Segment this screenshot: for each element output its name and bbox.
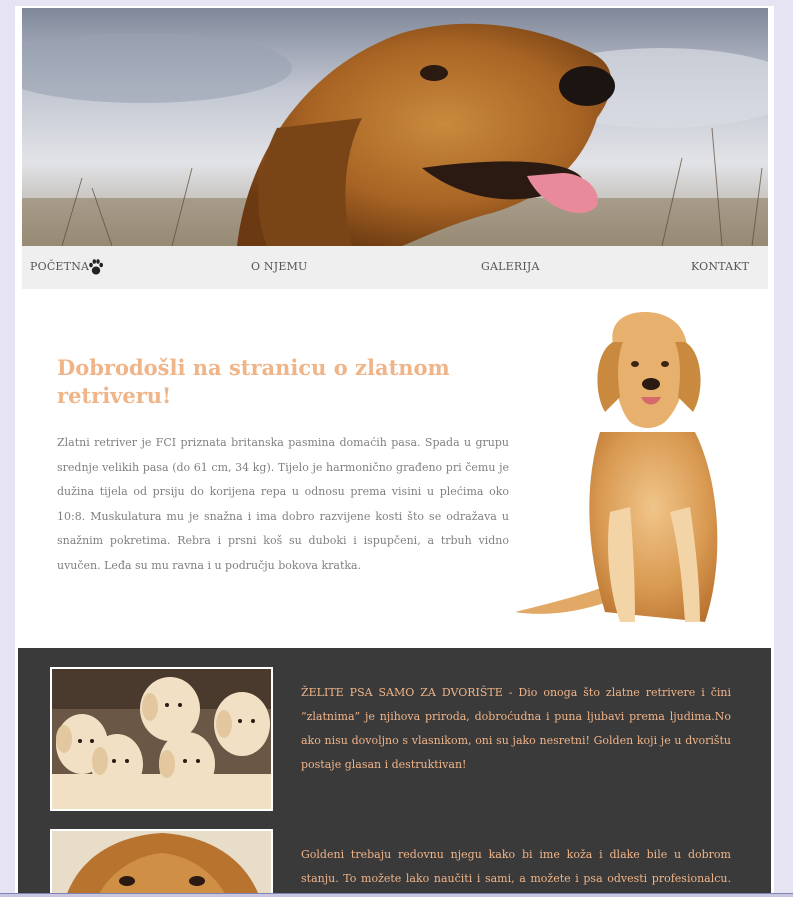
features-section: ŽELITE PSA SAMO ZA DVORIŠTE - Dio onoga … [18,648,771,897]
paw-print-icon [88,258,104,280]
nav-link-contact[interactable]: KONTAKT [691,260,749,273]
puppies-image [50,667,273,811]
feature-paragraph-1: ŽELITE PSA SAMO ZA DVORIŠTE - Dio onoga … [301,686,731,771]
main-navigation: POČETNA O NJEMU GALERIJA KONTAKT [22,246,768,289]
hero-banner-image [22,8,768,246]
feature-paragraph-2: Goldeni trebaju redovnu njegu kako bi im… [301,848,731,897]
page: POČETNA O NJEMU GALERIJA KONTAKT Dobrodo… [15,6,774,897]
page-bottom-line [0,893,793,894]
intro-paragraph: Zlatni retriver je FCI priznata britansk… [57,436,509,572]
nav-link-about[interactable]: O NJEMU [251,260,308,273]
page-title: Dobrodošli na stranicu o zlatnom retrive… [57,355,450,408]
nav-link-gallery[interactable]: GALERIJA [481,260,540,273]
sitting-golden-retriever-image [505,312,735,641]
nav-link-home[interactable]: POČETNA [30,260,89,273]
dog-grooming-image [50,829,273,897]
